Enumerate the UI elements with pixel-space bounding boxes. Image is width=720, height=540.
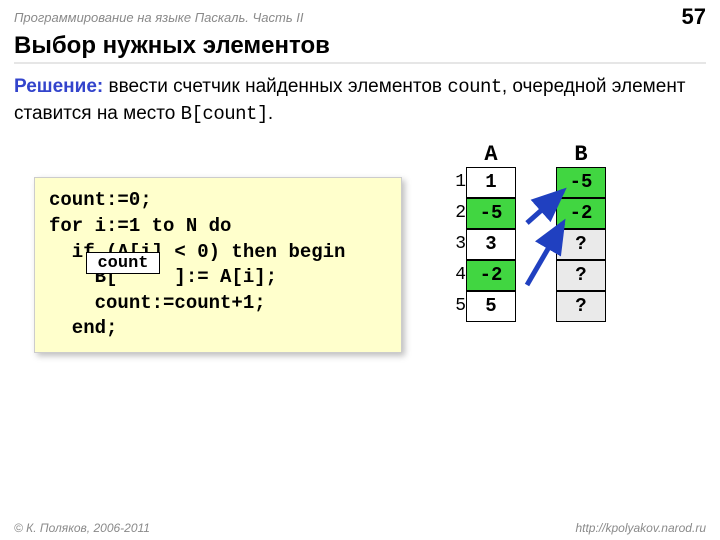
A-cell-2: -5 (466, 198, 516, 229)
code-blank-count: count (86, 252, 160, 274)
desc-keyword: Решение: (14, 76, 103, 97)
A-cell-5: 5 (466, 291, 516, 322)
array-B-label: B (556, 142, 606, 167)
copyright: © К. Поляков, 2006-2011 (14, 521, 150, 535)
divider (14, 62, 706, 64)
title-block: Выбор нужных элементов Решение: ввести с… (0, 32, 720, 133)
arrows-svg (527, 175, 627, 335)
page-number: 57 (682, 4, 706, 30)
content: count:=0; for i:=1 to N do if (A[i] < 0)… (0, 133, 720, 453)
A-cell-1: 1 (466, 167, 516, 198)
header: Программирование на языке Паскаль. Часть… (0, 0, 720, 32)
course-title: Программирование на языке Паскаль. Часть… (14, 10, 304, 25)
page-title: Выбор нужных элементов (14, 32, 706, 60)
description: Решение: ввести счетчик найденных элемен… (14, 74, 706, 127)
footer-url: http://kpolyakov.narod.ru (575, 521, 706, 535)
A-cell-4: -2 (466, 260, 516, 291)
array-A-label: A (466, 142, 516, 167)
A-cell-3: 3 (466, 229, 516, 260)
footer: © К. Поляков, 2006-2011 http://kpolyakov… (0, 521, 720, 538)
